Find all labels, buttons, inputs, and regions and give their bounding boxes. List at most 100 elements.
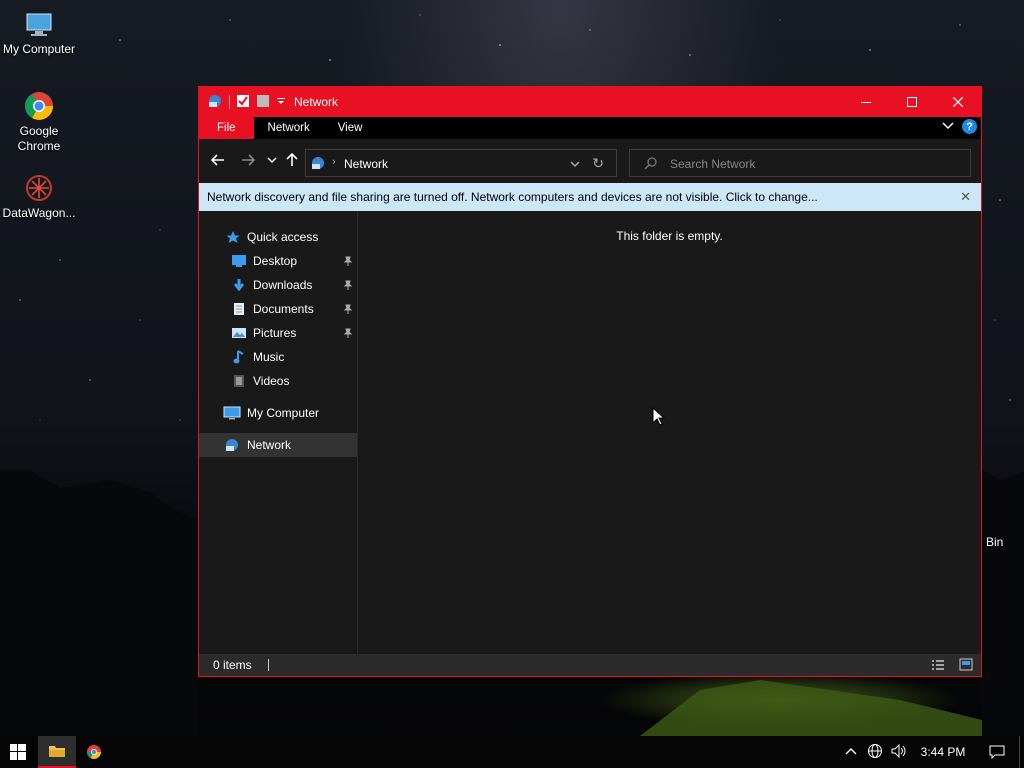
maximize-icon [907, 97, 917, 107]
tab-network[interactable]: Network [254, 117, 324, 139]
pictures-icon [231, 325, 247, 341]
show-desktop-button[interactable] [1019, 736, 1024, 768]
tab-file[interactable]: File [199, 117, 254, 139]
breadcrumb-network[interactable]: Network [344, 157, 388, 171]
desktop-icon-my-computer[interactable]: My Computer [0, 8, 78, 56]
properties-icon[interactable] [236, 94, 250, 111]
details-view-icon[interactable] [931, 659, 945, 674]
search-input[interactable]: Search Network [670, 157, 755, 171]
system-tray: 3:44 PM [839, 736, 1024, 768]
new-folder-icon[interactable] [256, 94, 270, 111]
navigation-bar: › Network ↻ Search Network [199, 139, 981, 183]
search-icon [644, 157, 658, 174]
recent-locations-button[interactable] [267, 153, 277, 171]
network-discovery-infobar[interactable]: Network discovery and file sharing are t… [199, 183, 981, 211]
sidebar-item-my-computer[interactable]: My Computer [199, 401, 357, 425]
title-bar[interactable]: Network [199, 87, 981, 117]
network-icon [310, 155, 326, 174]
monitor-icon [23, 8, 55, 40]
tab-view[interactable]: View [324, 117, 377, 139]
sidebar-item-quick-access[interactable]: Quick access [199, 225, 357, 249]
chevron-down-icon [267, 157, 277, 164]
sidebar-item-label: Desktop [253, 254, 298, 268]
sidebar-item-label: Videos [253, 374, 290, 388]
network-icon [207, 93, 223, 112]
videos-icon [231, 373, 247, 389]
sidebar-item-desktop[interactable]: Desktop [199, 249, 357, 273]
expand-ribbon-icon[interactable] [942, 120, 954, 134]
separator [229, 95, 230, 109]
sidebar-item-label: Documents [253, 302, 314, 316]
sidebar-item-pictures[interactable]: Pictures [199, 321, 357, 345]
recycle-bin-label[interactable]: Bin [986, 535, 1003, 549]
sidebar-item-label: Quick access [247, 230, 319, 244]
up-button[interactable] [285, 152, 299, 171]
pin-icon[interactable] [343, 327, 353, 341]
address-dropdown-icon[interactable] [570, 158, 580, 172]
maximize-button[interactable] [889, 87, 935, 117]
large-icons-view-icon[interactable] [959, 658, 973, 674]
chrome-icon [87, 745, 101, 759]
separator [267, 659, 269, 671]
mouse-cursor-icon [652, 407, 666, 426]
taskbar: 3:44 PM [0, 736, 1024, 768]
sidebar-item-label: Network [247, 438, 292, 452]
arrow-up-icon [286, 152, 298, 166]
desktop-icon-label: DataWagon... [2, 206, 76, 220]
content-area: Quick access Desktop Downloads Documents… [199, 211, 981, 654]
star-icon [225, 229, 241, 245]
arrow-right-icon [242, 154, 256, 166]
item-count: 0 items [213, 658, 252, 672]
sidebar-item-downloads[interactable]: Downloads [199, 273, 357, 297]
pin-icon[interactable] [343, 279, 353, 293]
arrow-left-icon [210, 154, 224, 166]
forward-button[interactable] [241, 153, 256, 171]
ribbon-tabs: File Network View ? [199, 117, 981, 139]
notification-icon [989, 745, 1005, 759]
windows-logo-icon [10, 744, 26, 760]
network-tray-icon[interactable] [863, 743, 887, 762]
taskbar-file-explorer[interactable] [38, 736, 76, 768]
sidebar-item-label: Pictures [253, 326, 297, 340]
desktop-icon-google-chrome[interactable]: Google Chrome [0, 90, 78, 154]
sidebar-item-label: Downloads [253, 278, 313, 292]
sidebar-item-documents[interactable]: Documents [199, 297, 357, 321]
back-button[interactable] [210, 153, 225, 171]
desktop-icon-label: My Computer [2, 42, 76, 56]
documents-icon [231, 301, 247, 317]
quick-access-toolbar-dropdown-icon[interactable] [276, 95, 286, 109]
minimize-button[interactable] [843, 87, 889, 117]
pin-icon[interactable] [343, 255, 353, 269]
taskbar-chrome[interactable] [76, 736, 112, 768]
help-icon[interactable]: ? [962, 119, 977, 134]
desktop-icon-datawagon[interactable]: DataWagon... [0, 172, 78, 220]
desktop-icon-label: Google Chrome [17, 124, 61, 153]
chevron-up-icon [845, 748, 857, 755]
speaker-icon [891, 743, 906, 758]
pin-icon[interactable] [343, 303, 353, 317]
search-box[interactable]: Search Network [629, 149, 971, 177]
sidebar-item-videos[interactable]: Videos [199, 369, 357, 393]
file-list-area[interactable]: This folder is empty. [358, 211, 981, 654]
sidebar-item-music[interactable]: Music [199, 345, 357, 369]
action-center-button[interactable] [975, 745, 1019, 759]
start-button[interactable] [0, 736, 36, 768]
clock[interactable]: 3:44 PM [911, 745, 975, 759]
show-hidden-icons-button[interactable] [839, 745, 863, 759]
infobar-message[interactable]: Network discovery and file sharing are t… [207, 190, 818, 204]
volume-tray-icon[interactable] [887, 743, 911, 761]
sidebar-item-label: Music [253, 350, 285, 364]
sidebar-item-network[interactable]: Network [199, 433, 357, 457]
minimize-icon [861, 102, 871, 103]
globe-icon [868, 743, 882, 758]
file-explorer-window: Network File Network View ? › Network ↻ … [198, 86, 982, 677]
network-icon [223, 437, 241, 453]
monitor-icon [223, 405, 241, 421]
address-bar[interactable]: › Network ↻ [305, 149, 617, 177]
chrome-icon [23, 90, 55, 122]
refresh-icon[interactable]: ↻ [592, 155, 604, 172]
close-infobar-icon[interactable]: ✕ [960, 189, 971, 205]
navigation-pane[interactable]: Quick access Desktop Downloads Documents… [199, 211, 358, 654]
close-button[interactable] [935, 87, 981, 117]
status-bar: 0 items [199, 654, 981, 676]
